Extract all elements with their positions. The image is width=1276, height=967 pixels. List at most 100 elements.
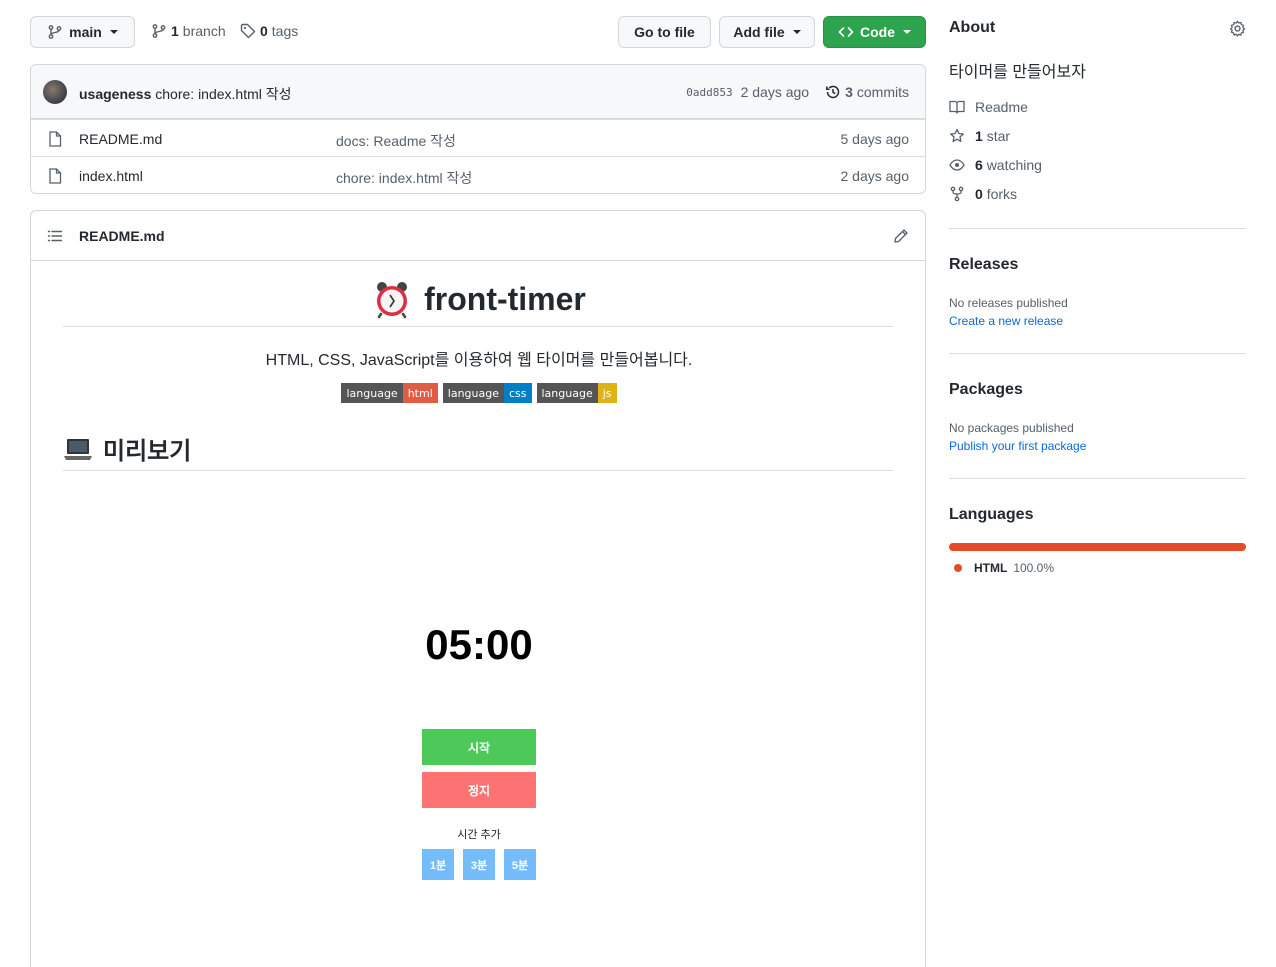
add-time-5-button[interactable]: 5분 [504, 849, 536, 880]
add-time-label: 시간 추가 [457, 829, 501, 841]
publish-package-link[interactable]: Publish your first package [949, 439, 1086, 453]
language-badge-js[interactable]: language js [536, 383, 617, 403]
file-name[interactable]: index.html [79, 168, 143, 184]
sidebar-divider [949, 478, 1246, 479]
commit-hash[interactable]: 0add853 [686, 86, 732, 99]
fork-icon [950, 186, 964, 202]
add-file-label: Add file [733, 24, 785, 40]
avatar[interactable] [43, 80, 67, 104]
file-row[interactable]: index.html chore: index.html 작성 2 days a… [31, 156, 925, 193]
commit-time: 2 days ago [740, 84, 810, 100]
stars-label: star [986, 128, 1011, 144]
file-commit-time: 2 days ago [840, 168, 910, 184]
readme-title-text: front-timer [424, 280, 586, 317]
laptop-icon [64, 438, 92, 460]
list-icon[interactable] [47, 228, 63, 244]
language-percent: 100.0% [1013, 561, 1055, 575]
badge-value: js [597, 383, 617, 403]
forks-link[interactable]: 0 forks [949, 186, 1017, 202]
watching-count: 6 [975, 157, 983, 173]
badge-label: language [536, 383, 598, 403]
go-to-file-label: Go to file [634, 24, 695, 40]
add-time-1-button[interactable]: 1분 [422, 849, 454, 880]
file-commit-message[interactable]: chore: index.html 작성 [336, 168, 472, 188]
chevron-down-icon [903, 30, 911, 34]
badge-value: html [402, 383, 438, 403]
stop-button[interactable]: 정지 [422, 772, 536, 808]
history-icon [826, 85, 840, 99]
book-icon [949, 100, 965, 114]
code-icon [838, 27, 854, 37]
branch-label: branch [182, 23, 226, 39]
git-branch-icon [48, 25, 62, 39]
file-name[interactable]: README.md [79, 131, 162, 147]
branch-count: 1 [171, 23, 179, 39]
readme-title: front-timer [31, 279, 927, 319]
forks-label: forks [986, 186, 1018, 202]
add-time-option-label: 5분 [511, 859, 529, 872]
branch-select-button[interactable]: main [30, 16, 135, 48]
sidebar-divider [949, 228, 1246, 229]
timer-display: 05:00 [425, 621, 533, 668]
releases-heading[interactable]: Releases [949, 256, 1018, 274]
badge-label: language [442, 383, 504, 403]
language-item-html[interactable]: HTML 100.0% [954, 561, 1054, 575]
about-description: 타이머를 만들어보자 [949, 64, 1086, 81]
language-badge-css[interactable]: language css [442, 383, 532, 403]
readme-header: README.md [31, 211, 925, 261]
stars-link[interactable]: 1 star [949, 128, 1010, 144]
file-commit-message[interactable]: docs: Readme 작성 [336, 131, 456, 151]
badge-row: language html language css language js [31, 383, 927, 403]
watchers-link[interactable]: 6 watching [949, 157, 1042, 173]
start-button-label: 시작 [467, 740, 491, 755]
file-browser: usageness chore: index.html 작성 0add853 2… [30, 64, 926, 194]
language-name: HTML [974, 561, 1008, 575]
add-time-option-label: 1분 [429, 859, 447, 872]
stars-count: 1 [975, 128, 983, 144]
latest-commit-bar: usageness chore: index.html 작성 0add853 2… [31, 65, 925, 119]
add-time-3-button[interactable]: 3분 [463, 849, 495, 880]
git-branch-icon [152, 24, 166, 38]
gear-icon[interactable] [1229, 20, 1246, 37]
add-time-option-label: 3분 [470, 859, 488, 872]
file-row[interactable]: README.md docs: Readme 작성 5 days ago [31, 119, 925, 156]
tags-link[interactable]: 0 tags [240, 23, 298, 39]
commit-count-label: commits [856, 84, 909, 100]
commits-link[interactable]: 3 commits [825, 84, 909, 100]
language-badge-html[interactable]: language html [341, 383, 438, 403]
add-file-button[interactable]: Add file [719, 16, 815, 48]
chevron-down-icon [792, 30, 801, 34]
readme-filename: README.md [79, 228, 165, 244]
branch-name: main [69, 24, 102, 40]
commit-author[interactable]: usageness [79, 86, 151, 102]
alarm-clock-icon [377, 282, 408, 319]
code-button[interactable]: Code [823, 16, 926, 48]
file-commit-time: 5 days ago [840, 131, 910, 147]
go-to-file-button[interactable]: Go to file [618, 16, 711, 48]
code-label: Code [860, 24, 895, 40]
commit-message[interactable]: chore: index.html 작성 [155, 86, 291, 102]
start-button[interactable]: 시작 [422, 729, 536, 765]
create-release-link[interactable]: Create a new release [949, 314, 1063, 328]
packages-heading[interactable]: Packages [949, 381, 1023, 399]
watching-label: watching [986, 157, 1042, 173]
releases-empty-text: No releases published [949, 296, 1068, 310]
pencil-icon[interactable] [893, 228, 909, 244]
branches-link[interactable]: 1 branch [151, 23, 226, 39]
tag-icon [240, 23, 256, 39]
readme-link[interactable]: Readme [949, 99, 1028, 115]
readme-description: HTML, CSS, JavaScript를 이용하여 웹 타이머를 만들어봅니… [265, 352, 693, 369]
tag-label: tags [271, 23, 299, 39]
chevron-down-icon [109, 30, 118, 34]
language-bar [949, 543, 1246, 551]
title-divider [63, 326, 893, 327]
language-color-dot [954, 564, 962, 572]
heading-divider [63, 470, 893, 471]
language-bar-segment-html [949, 543, 1246, 551]
commit-count: 3 [845, 84, 853, 100]
about-heading: About [949, 19, 996, 36]
readme-panel: README.md front-timer HTML, CSS, JavaScr… [30, 210, 926, 967]
readme-link-label: Readme [975, 99, 1028, 115]
badge-label: language [341, 383, 403, 403]
sidebar-divider [949, 353, 1246, 354]
